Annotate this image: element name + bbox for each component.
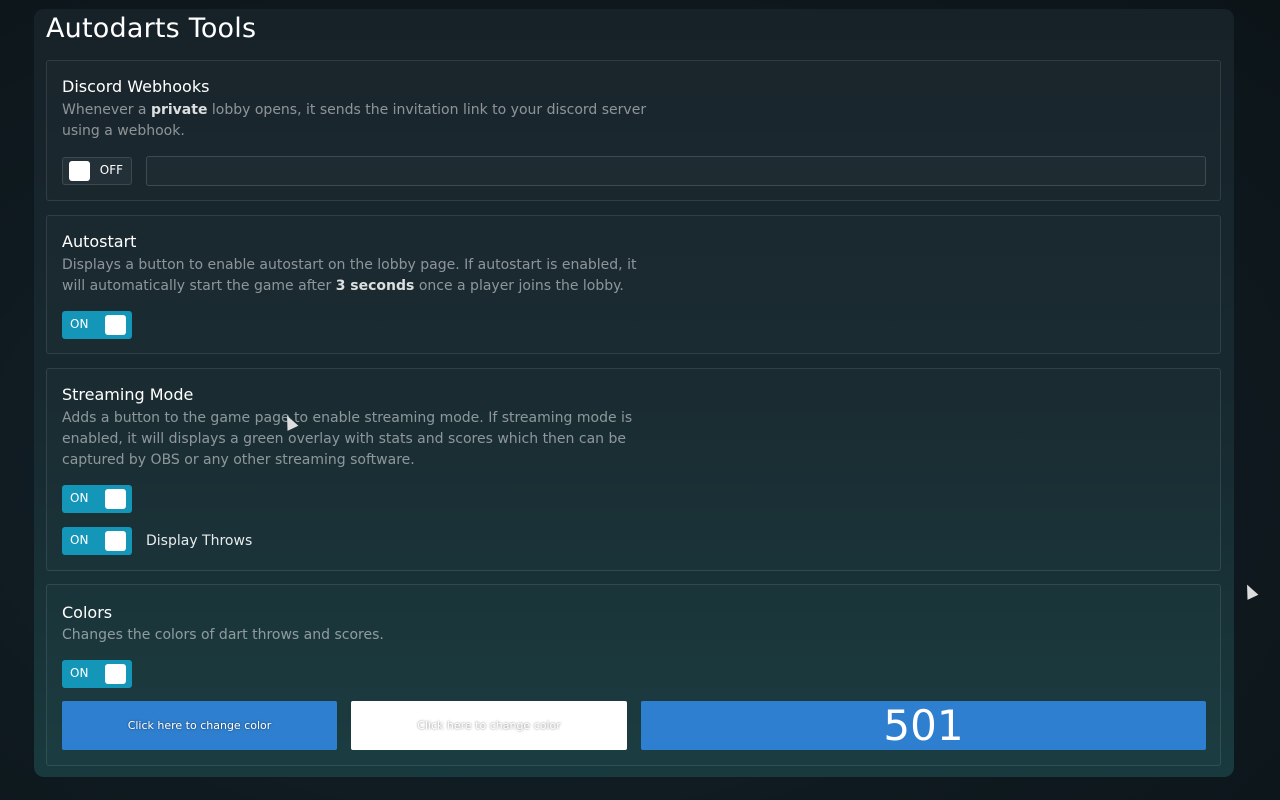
streaming-mode-toggle[interactable]: ON	[62, 485, 132, 513]
color-button-label: Click here to change color	[417, 719, 561, 732]
streaming-mode-title: Streaming Mode	[62, 385, 194, 404]
display-throws-label: Display Throws	[146, 533, 253, 549]
colors-card: Colors Changes the colors of dart throws…	[46, 584, 1221, 766]
toggle-knob	[105, 531, 126, 551]
mouse-cursor-icon	[1241, 582, 1259, 600]
score-preview-value: 501	[883, 701, 964, 750]
autostart-toggle[interactable]: ON	[62, 311, 132, 339]
colors-toggle[interactable]: ON	[62, 660, 132, 688]
toggle-label: ON	[70, 666, 89, 680]
page-title: Autodarts Tools	[46, 13, 257, 44]
streaming-mode-description: Adds a button to the game page to enable…	[62, 410, 633, 468]
toggle-label: OFF	[99, 163, 123, 177]
display-throws-toggle[interactable]: ON	[62, 527, 132, 555]
discord-webhooks-title: Discord Webhooks	[62, 77, 210, 96]
description-bold: private	[150, 102, 208, 118]
settings-panel: Autodarts Tools Discord Webhooks Wheneve…	[34, 9, 1234, 777]
secondary-color-button[interactable]: Click here to change color	[351, 701, 627, 750]
description-text: once a player joins the lobby.	[414, 278, 624, 294]
primary-color-button[interactable]: Click here to change color	[62, 701, 337, 750]
autostart-description: Displays a button to enable autostart on…	[62, 255, 662, 297]
autostart-card: Autostart Displays a button to enable au…	[46, 215, 1221, 354]
toggle-knob	[105, 489, 126, 509]
webhook-url-input[interactable]	[146, 156, 1206, 186]
toggle-knob	[69, 161, 90, 181]
description-bold: 3 seconds	[335, 278, 415, 294]
toggle-label: ON	[70, 317, 89, 331]
discord-webhooks-toggle[interactable]: OFF	[62, 157, 132, 185]
toggle-label: ON	[70, 491, 89, 505]
score-preview: 501	[641, 701, 1206, 750]
streaming-mode-card: Streaming Mode Adds a button to the game…	[46, 368, 1221, 571]
autostart-title: Autostart	[62, 232, 137, 251]
toggle-knob	[105, 664, 126, 684]
toggle-label: ON	[70, 533, 89, 547]
discord-webhooks-card: Discord Webhooks Whenever a private lobb…	[46, 60, 1221, 201]
colors-description: Changes the colors of dart throws and sc…	[62, 627, 384, 643]
discord-webhooks-description: Whenever a private lobby opens, it sends…	[62, 100, 662, 142]
description-text: Whenever a	[62, 102, 151, 118]
color-button-label: Click here to change color	[127, 719, 272, 732]
colors-title: Colors	[62, 603, 113, 622]
toggle-knob	[105, 315, 126, 335]
